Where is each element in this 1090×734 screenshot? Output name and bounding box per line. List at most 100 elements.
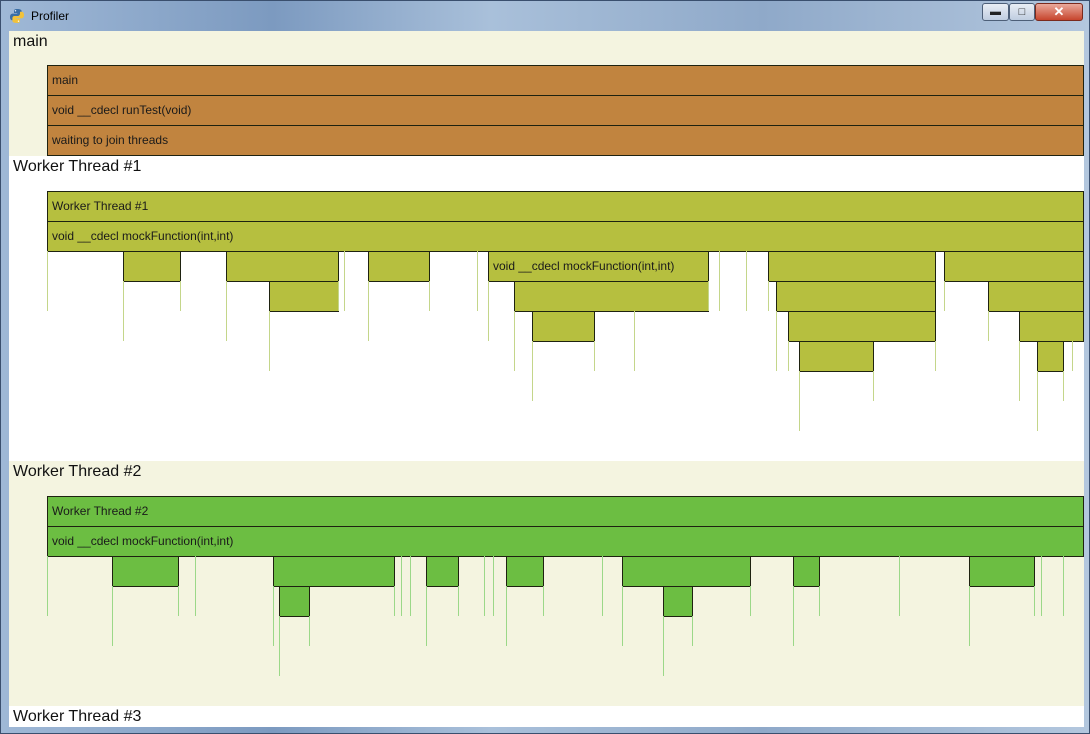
call-bar[interactable] (788, 311, 936, 342)
sample-tick (799, 371, 800, 431)
section-title: Worker Thread #3 (13, 708, 142, 725)
sample-tick (195, 556, 196, 616)
sample-tick (47, 251, 48, 311)
call-bar[interactable]: Worker Thread #2 (47, 496, 1084, 527)
call-label: main (52, 73, 79, 87)
sample-tick (602, 556, 603, 616)
call-bar[interactable]: void __cdecl runTest(void) (47, 95, 1084, 126)
sample-tick (819, 586, 820, 616)
call-bar[interactable]: main (47, 65, 1084, 96)
sample-tick (532, 341, 533, 401)
sample-tick (180, 281, 181, 311)
sample-tick (368, 281, 369, 341)
sample-tick (622, 586, 623, 646)
sample-tick (1072, 341, 1073, 371)
call-label: void __cdecl mockFunction(int,int) (493, 259, 675, 273)
call-bar[interactable] (768, 251, 936, 282)
sample-tick (663, 616, 664, 676)
sample-tick (123, 281, 124, 341)
section-title: Worker Thread #2 (13, 463, 142, 480)
call-bar[interactable] (1019, 311, 1084, 342)
python-icon (9, 8, 25, 24)
sample-tick (401, 556, 402, 616)
call-bar[interactable] (426, 556, 459, 587)
worker-thread-2-section: Worker Thread #2 Worker Thread #2 void _… (9, 461, 1084, 706)
sample-tick (344, 251, 345, 311)
call-bar[interactable]: void __cdecl mockFunction(int,int) (488, 251, 709, 282)
profiler-window: Profiler ▬ □ ✕ main main void __cdecl ru… (0, 0, 1090, 734)
sample-tick (750, 586, 751, 616)
sample-tick (969, 586, 970, 646)
sample-tick (338, 281, 339, 311)
sample-tick (226, 281, 227, 341)
call-bar[interactable] (506, 556, 544, 587)
call-bar[interactable] (368, 251, 430, 282)
sample-tick (719, 251, 720, 311)
sample-tick (1063, 556, 1064, 616)
section-title: Worker Thread #1 (13, 158, 142, 175)
call-bar[interactable]: void __cdecl mockFunction(int,int) (47, 526, 1084, 557)
sample-tick (484, 556, 485, 616)
call-bar[interactable] (123, 251, 181, 282)
profiler-canvas: main main void __cdecl runTest(void) wai… (9, 31, 1084, 727)
sample-tick (944, 281, 945, 311)
sample-tick (47, 556, 48, 616)
call-label: Worker Thread #2 (52, 504, 149, 518)
call-label: void __cdecl runTest(void) (52, 103, 192, 117)
call-bar[interactable] (799, 341, 874, 372)
call-bar[interactable] (969, 556, 1035, 587)
sample-tick (426, 586, 427, 646)
call-bar[interactable]: void __cdecl mockFunction(int,int) (47, 221, 1084, 252)
call-label: waiting to join threads (52, 133, 169, 147)
sample-tick (594, 341, 595, 371)
call-bar[interactable] (279, 586, 310, 617)
sample-tick (634, 311, 635, 371)
call-label: void __cdecl mockFunction(int,int) (52, 229, 234, 243)
sample-tick (1019, 341, 1020, 401)
close-icon: ✕ (1053, 4, 1065, 19)
minimize-button[interactable]: ▬ (982, 3, 1009, 21)
sample-tick (477, 251, 478, 311)
sample-tick (543, 586, 544, 616)
call-bar[interactable]: waiting to join threads (47, 125, 1084, 156)
call-bar[interactable]: Worker Thread #1 (47, 191, 1084, 222)
call-label: Worker Thread #1 (52, 199, 149, 213)
call-bar[interactable] (663, 586, 693, 617)
sample-tick (768, 281, 769, 311)
call-bar[interactable] (226, 251, 339, 282)
worker-thread-1-section: Worker Thread #1 Worker Thread #1 void _… (9, 156, 1084, 461)
sample-tick (429, 281, 430, 311)
minimize-icon: ▬ (990, 6, 1001, 18)
sample-tick (493, 556, 494, 616)
sample-tick (899, 556, 900, 616)
sample-tick (793, 586, 794, 646)
sample-tick (178, 586, 179, 616)
call-bar[interactable] (793, 556, 820, 587)
call-bar[interactable] (269, 281, 339, 312)
sample-tick (506, 586, 507, 646)
sample-tick (1037, 371, 1038, 431)
maximize-icon: □ (1018, 6, 1026, 18)
sample-tick (988, 311, 989, 341)
title-bar[interactable]: Profiler ▬ □ ✕ (1, 1, 1090, 31)
call-bar[interactable] (988, 281, 1084, 312)
sample-tick (788, 341, 789, 371)
call-bar[interactable] (514, 281, 709, 312)
call-bar[interactable] (1037, 341, 1064, 372)
maximize-button[interactable]: □ (1009, 3, 1035, 21)
sample-tick (514, 311, 515, 371)
worker-thread-3-section: Worker Thread #3 (9, 706, 1084, 727)
sample-tick (1041, 556, 1042, 616)
sample-tick (776, 311, 777, 371)
sample-tick (692, 616, 693, 646)
sample-tick (309, 616, 310, 646)
sample-tick (488, 281, 489, 341)
call-bar[interactable] (273, 556, 395, 587)
call-bar[interactable] (532, 311, 595, 342)
call-bar[interactable] (622, 556, 751, 587)
close-button[interactable]: ✕ (1035, 3, 1083, 21)
sample-tick (112, 586, 113, 646)
call-bar[interactable] (112, 556, 179, 587)
call-bar[interactable] (776, 281, 936, 312)
call-bar[interactable] (944, 251, 1084, 282)
